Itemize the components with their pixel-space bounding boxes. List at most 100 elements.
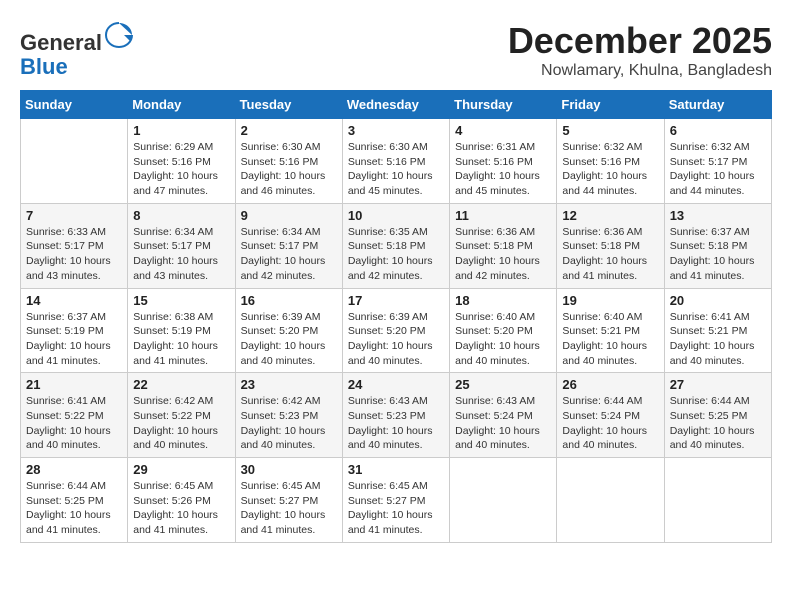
calendar-cell: 25Sunrise: 6:43 AMSunset: 5:24 PMDayligh…	[450, 373, 557, 458]
calendar-cell: 19Sunrise: 6:40 AMSunset: 5:21 PMDayligh…	[557, 288, 664, 373]
day-number: 18	[455, 293, 551, 308]
day-detail: Sunrise: 6:38 AMSunset: 5:19 PMDaylight:…	[133, 311, 218, 367]
day-detail: Sunrise: 6:30 AMSunset: 5:16 PMDaylight:…	[241, 141, 326, 197]
day-number: 27	[670, 377, 766, 392]
month-title: December 2025	[508, 20, 772, 62]
day-number: 4	[455, 123, 551, 138]
weekday-header-saturday: Saturday	[664, 91, 771, 119]
day-detail: Sunrise: 6:44 AMSunset: 5:25 PMDaylight:…	[26, 480, 111, 536]
day-detail: Sunrise: 6:44 AMSunset: 5:24 PMDaylight:…	[562, 395, 647, 451]
day-number: 21	[26, 377, 122, 392]
calendar-cell	[557, 458, 664, 543]
calendar-cell: 20 Sunrise: 6:41 AMSunset: 5:21 PMDayligh…	[664, 288, 771, 373]
page-header: General Blue December 2025 Nowlamary, Kh…	[20, 20, 772, 80]
calendar-cell: 28 Sunrise: 6:44 AMSunset: 5:25 PMDayligh…	[21, 458, 128, 543]
day-number: 2	[241, 123, 337, 138]
day-detail: Sunrise: 6:36 AMSunset: 5:18 PMDaylight:…	[562, 226, 647, 282]
calendar-cell: 1Sunrise: 6:29 AMSunset: 5:16 PMDaylight…	[128, 119, 235, 204]
calendar-cell: 21 Sunrise: 6:41 AMSunset: 5:22 PMDayligh…	[21, 373, 128, 458]
day-detail: Sunrise: 6:44 AMSunset: 5:25 PMDaylight:…	[670, 395, 755, 451]
weekday-header-sunday: Sunday	[21, 91, 128, 119]
calendar-cell: 2 Sunrise: 6:30 AMSunset: 5:16 PMDaylight…	[235, 119, 342, 204]
weekday-header-monday: Monday	[128, 91, 235, 119]
logo-general-text: General	[20, 30, 102, 55]
calendar-cell: 17 Sunrise: 6:39 AMSunset: 5:20 PMDayligh…	[342, 288, 449, 373]
day-detail: Sunrise: 6:42 AMSunset: 5:22 PMDaylight:…	[133, 395, 218, 451]
day-number: 5	[562, 123, 658, 138]
calendar-table: SundayMondayTuesdayWednesdayThursdayFrid…	[20, 90, 772, 543]
day-number: 19	[562, 293, 658, 308]
day-detail: Sunrise: 6:41 AMSunset: 5:21 PMDaylight:…	[670, 311, 755, 367]
calendar-cell: 15 Sunrise: 6:38 AMSunset: 5:19 PMDayligh…	[128, 288, 235, 373]
calendar-cell: 5 Sunrise: 6:32 AMSunset: 5:16 PMDaylight…	[557, 119, 664, 204]
day-detail: Sunrise: 6:34 AMSunset: 5:17 PMDaylight:…	[133, 226, 218, 282]
calendar-cell: 6Sunrise: 6:32 AMSunset: 5:17 PMDaylight…	[664, 119, 771, 204]
day-number: 24	[348, 377, 444, 392]
day-number: 26	[562, 377, 658, 392]
weekday-header-friday: Friday	[557, 91, 664, 119]
calendar-cell: 8Sunrise: 6:34 AMSunset: 5:17 PMDaylight…	[128, 203, 235, 288]
calendar-cell: 9 Sunrise: 6:34 AMSunset: 5:17 PMDaylight…	[235, 203, 342, 288]
day-detail: Sunrise: 6:37 AMSunset: 5:19 PMDaylight:…	[26, 311, 111, 367]
day-detail: Sunrise: 6:43 AMSunset: 5:24 PMDaylight:…	[455, 395, 540, 451]
calendar-cell: 12Sunrise: 6:36 AMSunset: 5:18 PMDayligh…	[557, 203, 664, 288]
day-number: 30	[241, 462, 337, 477]
day-detail: Sunrise: 6:33 AMSunset: 5:17 PMDaylight:…	[26, 226, 111, 282]
logo: General Blue	[20, 20, 134, 79]
day-number: 16	[241, 293, 337, 308]
logo-icon	[104, 20, 134, 50]
calendar-cell	[21, 119, 128, 204]
logo-blue-text: Blue	[20, 54, 68, 79]
day-number: 22	[133, 377, 229, 392]
calendar-cell: 23Sunrise: 6:42 AMSunset: 5:23 PMDayligh…	[235, 373, 342, 458]
calendar-cell: 11 Sunrise: 6:36 AMSunset: 5:18 PMDayligh…	[450, 203, 557, 288]
day-detail: Sunrise: 6:32 AMSunset: 5:16 PMDaylight:…	[562, 141, 647, 197]
calendar-cell: 24 Sunrise: 6:43 AMSunset: 5:23 PMDayligh…	[342, 373, 449, 458]
day-number: 14	[26, 293, 122, 308]
title-block: December 2025 Nowlamary, Khulna, Banglad…	[508, 20, 772, 80]
calendar-cell: 7 Sunrise: 6:33 AMSunset: 5:17 PMDaylight…	[21, 203, 128, 288]
day-detail: Sunrise: 6:43 AMSunset: 5:23 PMDaylight:…	[348, 395, 433, 451]
day-detail: Sunrise: 6:42 AMSunset: 5:23 PMDaylight:…	[241, 395, 326, 451]
calendar-cell: 10 Sunrise: 6:35 AMSunset: 5:18 PMDayligh…	[342, 203, 449, 288]
calendar-cell: 31Sunrise: 6:45 AMSunset: 5:27 PMDayligh…	[342, 458, 449, 543]
day-number: 13	[670, 208, 766, 223]
day-detail: Sunrise: 6:45 AMSunset: 5:26 PMDaylight:…	[133, 480, 218, 536]
day-detail: Sunrise: 6:34 AMSunset: 5:17 PMDaylight:…	[241, 226, 326, 282]
day-number: 15	[133, 293, 229, 308]
day-number: 1	[133, 123, 229, 138]
day-number: 10	[348, 208, 444, 223]
day-detail: Sunrise: 6:41 AMSunset: 5:22 PMDaylight:…	[26, 395, 111, 451]
weekday-header-thursday: Thursday	[450, 91, 557, 119]
day-number: 11	[455, 208, 551, 223]
day-detail: Sunrise: 6:36 AMSunset: 5:18 PMDaylight:…	[455, 226, 540, 282]
day-number: 28	[26, 462, 122, 477]
day-number: 17	[348, 293, 444, 308]
day-detail: Sunrise: 6:45 AMSunset: 5:27 PMDaylight:…	[241, 480, 326, 536]
day-detail: Sunrise: 6:45 AMSunset: 5:27 PMDaylight:…	[348, 480, 433, 536]
calendar-cell	[664, 458, 771, 543]
weekday-header-wednesday: Wednesday	[342, 91, 449, 119]
day-number: 9	[241, 208, 337, 223]
day-number: 29	[133, 462, 229, 477]
calendar-cell: 18 Sunrise: 6:40 AMSunset: 5:20 PMDayligh…	[450, 288, 557, 373]
calendar-cell: 29 Sunrise: 6:45 AMSunset: 5:26 PMDayligh…	[128, 458, 235, 543]
day-detail: Sunrise: 6:30 AMSunset: 5:16 PMDaylight:…	[348, 141, 433, 197]
calendar-cell: 13 Sunrise: 6:37 AMSunset: 5:18 PMDayligh…	[664, 203, 771, 288]
day-number: 3	[348, 123, 444, 138]
calendar-cell: 4Sunrise: 6:31 AMSunset: 5:16 PMDaylight…	[450, 119, 557, 204]
day-number: 7	[26, 208, 122, 223]
calendar-cell: 26 Sunrise: 6:44 AMSunset: 5:24 PMDayligh…	[557, 373, 664, 458]
day-detail: Sunrise: 6:39 AMSunset: 5:20 PMDaylight:…	[348, 311, 433, 367]
calendar-cell: 16 Sunrise: 6:39 AMSunset: 5:20 PMDayligh…	[235, 288, 342, 373]
day-detail: Sunrise: 6:40 AMSunset: 5:20 PMDaylight:…	[455, 311, 540, 367]
calendar-cell: 22 Sunrise: 6:42 AMSunset: 5:22 PMDayligh…	[128, 373, 235, 458]
calendar-cell: 3 Sunrise: 6:30 AMSunset: 5:16 PMDaylight…	[342, 119, 449, 204]
day-detail: Sunrise: 6:35 AMSunset: 5:18 PMDaylight:…	[348, 226, 433, 282]
day-number: 20	[670, 293, 766, 308]
calendar-cell	[450, 458, 557, 543]
day-detail: Sunrise: 6:39 AMSunset: 5:20 PMDaylight:…	[241, 311, 326, 367]
day-detail: Sunrise: 6:37 AMSunset: 5:18 PMDaylight:…	[670, 226, 755, 282]
weekday-header-tuesday: Tuesday	[235, 91, 342, 119]
calendar-cell: 27 Sunrise: 6:44 AMSunset: 5:25 PMDayligh…	[664, 373, 771, 458]
